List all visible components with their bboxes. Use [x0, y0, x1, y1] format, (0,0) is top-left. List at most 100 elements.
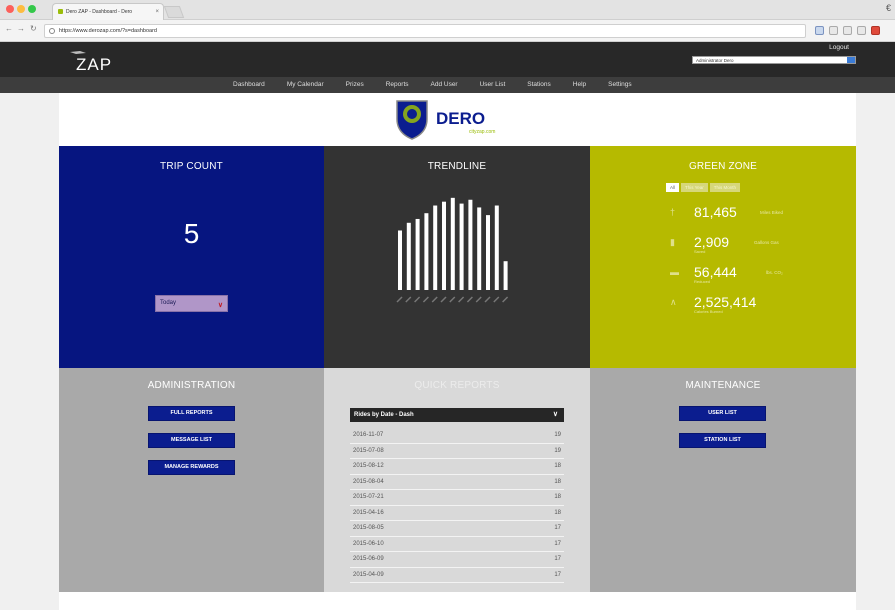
bookmark-icon[interactable] [829, 26, 838, 35]
report-row-count: 17 [554, 556, 561, 562]
green-stat-value: 56,444 [694, 264, 737, 280]
chevron-down-icon[interactable]: ∨ [218, 298, 223, 313]
nav-list: Dashboard My Calendar Prizes Reports Add Use… [222, 77, 643, 93]
nav-item-settings[interactable]: Settings [597, 77, 643, 93]
profile-icon[interactable] [871, 26, 880, 35]
maintenance-panel: MAINTENANCE USER LIST STATION LIST [590, 368, 856, 592]
tab-title: Dero ZAP - Dashboard - Dero [66, 9, 133, 15]
report-row-date: 2015-04-16 [353, 509, 384, 516]
zap-logo[interactable]: ZAP [64, 48, 164, 74]
green-stat-unit: Miles Biked [760, 210, 784, 215]
close-window-icon[interactable] [6, 5, 14, 13]
maintenance-title: MAINTENANCE [685, 380, 761, 391]
trend-bar [406, 222, 411, 290]
nav-item-dashboard[interactable]: Dashboard [222, 77, 276, 93]
green-zone-tab-this-month[interactable]: This Month [709, 183, 741, 192]
reload-icon[interactable]: ↻ [30, 24, 37, 33]
report-list: 2016-11-07 19 2015-07-08 19 2015-08-12 18 2015… [350, 428, 564, 583]
reader-icon[interactable] [843, 26, 852, 35]
report-row-date: 2015-08-04 [353, 478, 384, 485]
report-row-date: 2015-07-08 [353, 447, 384, 454]
report-row[interactable]: 2015-08-12 18 [350, 459, 564, 475]
flame-icon: ∧ [670, 297, 677, 307]
trip-count-title: TRIP COUNT [160, 161, 223, 172]
address-bar[interactable]: https://www.derozap.com/?s=dashboard [44, 24, 806, 38]
trend-tick [405, 296, 412, 303]
report-row[interactable]: 2015-07-21 18 [350, 490, 564, 506]
nav-item-reports[interactable]: Reports [375, 77, 420, 93]
user-select-arrow-icon[interactable] [847, 57, 855, 63]
report-row[interactable]: 2015-04-09 17 [350, 568, 564, 583]
minimize-window-icon[interactable] [17, 5, 25, 13]
report-row-count: 17 [554, 571, 561, 578]
maximize-window-icon[interactable] [28, 5, 36, 13]
chevron-down-icon[interactable]: ∨ [553, 408, 558, 422]
tab-close-icon[interactable]: × [155, 4, 159, 20]
quick-reports-title: QUICK REPORTS [414, 380, 500, 391]
forward-icon[interactable]: → [17, 24, 25, 33]
browser-tab[interactable]: Dero ZAP - Dashboard - Dero × [52, 3, 164, 20]
green-stat-sub: Reduced [694, 279, 711, 284]
nav-item-user-list[interactable]: User List [469, 77, 517, 93]
nav-item-add-user[interactable]: Add User [420, 77, 469, 93]
report-row-date: 2015-08-12 [353, 463, 384, 469]
report-row[interactable]: 2015-06-10 17 [350, 537, 564, 552]
report-row-date: 2016-11-07 [353, 432, 384, 438]
nav-item-help[interactable]: Help [562, 77, 597, 93]
report-row[interactable]: 2015-06-09 17 [350, 552, 564, 568]
report-row-count: 18 [554, 463, 561, 469]
trend-tick [466, 296, 473, 303]
trend-tick [484, 296, 491, 303]
report-row[interactable]: 2015-07-08 19 [350, 444, 564, 459]
nav-item-my-calendar[interactable]: My Calendar [276, 77, 335, 93]
favicon-icon [58, 9, 63, 14]
green-stat-value: 81,465 [694, 204, 737, 220]
trend-tick [502, 296, 509, 303]
report-row[interactable]: 2015-08-05 17 [350, 521, 564, 537]
url-text: https://www.derozap.com/?s=dashboard [59, 28, 157, 34]
report-row-date: 2015-06-10 [353, 540, 384, 547]
report-type-select[interactable]: Rides by Date - Dash ∨ [350, 408, 564, 422]
new-tab-button[interactable] [163, 6, 185, 18]
green-stat-value: 2,909 [694, 234, 730, 250]
trend-bar [486, 215, 490, 290]
trend-bar [468, 199, 473, 290]
trend-bar [398, 230, 402, 290]
trend-tick [449, 296, 456, 303]
nav-item-prizes[interactable]: Prizes [335, 77, 375, 93]
green-zone-tab-all[interactable]: All [666, 183, 680, 192]
cast-icon[interactable] [857, 26, 866, 35]
message-list-button[interactable]: MESSAGE LIST [148, 433, 235, 448]
station-list-button[interactable]: STATION LIST [679, 433, 766, 448]
user-list-button[interactable]: USER LIST [679, 406, 766, 421]
green-zone-tabs: All This Year This Month [666, 183, 741, 192]
site-info-icon[interactable] [49, 28, 55, 34]
administration-panel: ADMINISTRATION FULL REPORTS MESSAGE LIST… [59, 368, 324, 592]
report-row-count: 18 [554, 478, 561, 485]
fuel-icon: ▮ [670, 237, 675, 247]
trip-period-select[interactable]: Today ∨ [155, 295, 228, 312]
report-row[interactable]: 2016-11-07 19 [350, 428, 564, 444]
nav-item-stations[interactable]: Stations [516, 77, 562, 93]
report-row[interactable]: 2015-08-04 18 [350, 475, 564, 490]
manage-rewards-button[interactable]: MANAGE REWARDS [148, 460, 235, 475]
trend-tick [422, 296, 429, 303]
dero-logo[interactable]: DERO cityzap.com [394, 97, 524, 141]
cloud-icon: ▬ [670, 267, 679, 277]
logout-link[interactable]: Logout [829, 44, 849, 51]
user-select[interactable]: Administrator Dero [692, 56, 856, 64]
trip-count-panel: TRIP COUNT 5 Today ∨ [59, 146, 324, 368]
trend-bar [477, 207, 482, 290]
report-row-count: 17 [554, 525, 561, 531]
green-zone-tab-this-year[interactable]: This Year [681, 183, 708, 192]
green-zone-title: GREEN ZONE [688, 161, 758, 172]
report-row[interactable]: 2015-04-16 18 [350, 506, 564, 521]
extension-icon[interactable] [815, 26, 824, 35]
back-icon[interactable]: ← [5, 24, 13, 33]
full-reports-button[interactable]: FULL REPORTS [148, 406, 235, 421]
browser-toolbar: ← → ↻ https://www.derozap.com/?s=dashboa… [0, 20, 895, 42]
green-stat-sub: Saved [694, 249, 706, 254]
report-row-date: 2015-04-09 [353, 571, 384, 578]
browser-extra-glyph: € [885, 3, 891, 13]
zap-logo-text: ZAP [76, 55, 112, 74]
